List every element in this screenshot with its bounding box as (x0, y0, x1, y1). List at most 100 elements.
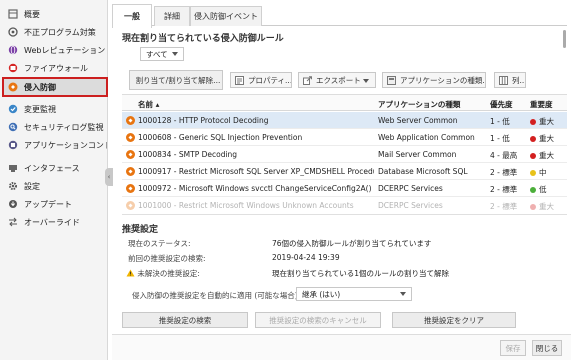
rule-app-type: DCERPC Services (378, 184, 443, 193)
rule-icon (126, 133, 135, 142)
sidebar-item-label: ファイアウォール (24, 63, 88, 73)
tab-general[interactable]: 一般 (112, 4, 152, 28)
sidebar-item-application-control[interactable]: アプリケーションコント (4, 137, 107, 153)
properties-icon (235, 75, 244, 85)
rule-app-type: DCERPC Services (378, 201, 443, 210)
sidebar-item-firewall[interactable]: ファイアウォール (4, 60, 107, 76)
sidebar-item-label: オーバーライド (24, 217, 80, 227)
rule-severity: 重大 (530, 150, 554, 161)
panel-scrollbar[interactable] (563, 30, 566, 48)
severity-dot-icon (530, 204, 536, 210)
integrity-monitoring-icon (8, 104, 18, 114)
severity-dot-icon (530, 187, 536, 193)
export-button[interactable]: エクスポート (298, 72, 376, 88)
rule-name: 1000972 - Microsoft Windows svcctl Chang… (138, 184, 374, 193)
overview-icon (8, 9, 18, 19)
tab-intrusion-prevention-events[interactable]: 侵入防御イベント (190, 6, 262, 26)
tab-details[interactable]: 詳細 (154, 6, 190, 26)
web-reputation-icon (8, 45, 18, 55)
rule-priority: 2 - 標準 (490, 202, 518, 210)
save-button[interactable]: 保存 (500, 340, 526, 356)
sidebar-item-label: Webレピュテーション (24, 45, 106, 55)
severity-dot-icon (530, 119, 536, 125)
chevron-left-icon: ‹ (107, 173, 111, 181)
rule-name: 1000608 - Generic SQL Injection Preventi… (138, 133, 303, 142)
sidebar-item-label: セキュリティログ監視 (24, 122, 104, 132)
auto-apply-label: 侵入防御の推奨設定を自動的に適用 (可能な場合): (132, 291, 301, 300)
columns-icon (499, 75, 508, 85)
assigned-rules-title: 現在割り当てられている侵入防御ルール (122, 34, 284, 44)
scan-recommendations-button[interactable]: 推奨設定の検索 (122, 312, 248, 328)
cancel-scan-button[interactable]: 推奨設定の検索のキャンセル (255, 312, 381, 328)
tab-bar: 一般 詳細 侵入防御イベント (112, 4, 567, 28)
severity-label: 重大 (539, 202, 554, 210)
column-header-name[interactable]: 名前 ▴ (138, 99, 159, 110)
table-row[interactable]: 1001000 - Restrict Microsoft Windows Unk… (122, 197, 567, 210)
table-row[interactable]: 1000128 - HTTP Protocol Decoding Web Ser… (122, 112, 567, 129)
rule-name: 1000128 - HTTP Protocol Decoding (138, 116, 269, 125)
settings-gear-icon (8, 181, 18, 191)
sidebar-item-integrity-monitoring[interactable]: 変更監視 (4, 101, 107, 117)
rule-name: 1000917 - Restrict Microsoft SQL Server … (138, 167, 374, 176)
warning-icon (126, 269, 135, 278)
columns-label: 列... (512, 75, 526, 85)
sidebar-item-updates[interactable]: アップデート (4, 196, 107, 212)
rule-priority: 2 - 標準 (490, 185, 518, 194)
rule-severity: 重大 (530, 133, 554, 144)
sidebar-item-overview[interactable]: 概要 (4, 6, 107, 22)
sidebar-item-log-inspection[interactable]: セキュリティログ監視 (4, 119, 107, 135)
table-row[interactable]: 1000917 - Restrict Microsoft SQL Server … (122, 163, 567, 180)
clear-button-label: 推奨設定をクリア (424, 315, 484, 325)
severity-dot-icon (530, 170, 536, 176)
rule-priority: 2 - 標準 (490, 168, 518, 177)
clear-recommendations-button[interactable]: 推奨設定をクリア (392, 312, 516, 328)
sidebar-item-intrusion-prevention[interactable]: 侵入防御 (2, 77, 108, 97)
sidebar-nav: 概要 不正プログラム対策 Webレピュテーション ファイアウォール 侵入防御 変… (0, 0, 108, 360)
rule-app-type: Web Application Common (378, 133, 475, 142)
auto-apply-value: 継承 (はい) (302, 289, 341, 299)
rule-severity: 低 (530, 184, 547, 195)
rule-severity: 重大 (530, 116, 554, 127)
severity-label: 重大 (539, 117, 554, 126)
properties-button[interactable]: プロパティ... (230, 72, 292, 88)
rule-icon (126, 167, 135, 176)
intrusion-prevention-icon (8, 82, 18, 92)
column-header-label: 名前 (138, 100, 153, 109)
status-value: 76個の侵入防御ルールが割り当てられています (272, 239, 432, 248)
column-header-priority[interactable]: 優先度 (490, 99, 513, 110)
application-control-icon (8, 140, 18, 150)
sidebar-item-settings[interactable]: 設定 (4, 178, 107, 194)
caret-down-icon (172, 52, 178, 56)
application-types-label: アプリケーションの種類... (400, 75, 486, 85)
column-header-app-type[interactable]: アプリケーションの種類 (378, 99, 460, 110)
filter-select[interactable]: すべて (140, 47, 184, 61)
tab-label: 侵入防御イベント (194, 12, 258, 21)
last-scan-label: 前回の推奨設定の検索: (128, 254, 206, 263)
rule-icon (126, 184, 135, 193)
close-button[interactable]: 閉じる (532, 340, 562, 356)
rule-app-type: Database Microsoft SQL (378, 167, 468, 176)
sidebar-item-web-reputation[interactable]: Webレピュテーション (4, 42, 107, 58)
export-label: エクスポート (316, 75, 361, 85)
interfaces-icon (8, 163, 18, 173)
application-types-button[interactable]: アプリケーションの種類... (382, 72, 486, 88)
caret-down-icon (400, 292, 406, 296)
save-label: 保存 (505, 343, 521, 353)
severity-dot-icon (530, 153, 536, 159)
auto-apply-select[interactable]: 継承 (はい) (296, 287, 412, 301)
rule-severity: 中 (530, 167, 547, 178)
table-row[interactable]: 1000972 - Microsoft Windows svcctl Chang… (122, 180, 567, 197)
unresolved-label-row: 未解決の推奨設定: (126, 268, 200, 279)
sidebar-item-overrides[interactable]: オーバーライド (4, 214, 107, 230)
table-row[interactable]: 1000608 - Generic SQL Injection Preventi… (122, 129, 567, 146)
column-header-severity[interactable]: 重要度 (530, 99, 553, 110)
table-header: 名前 ▴ アプリケーションの種類 優先度 重要度 (122, 95, 567, 111)
firewall-icon (8, 63, 18, 73)
sidebar-item-anti-malware[interactable]: 不正プログラム対策 (4, 24, 107, 40)
assign-unassign-button[interactable]: 割り当て/割り当て解除... (129, 70, 223, 90)
close-label: 閉じる (535, 343, 559, 353)
sidebar-item-interfaces[interactable]: インタフェース (4, 160, 107, 176)
table-row[interactable]: 1000834 - SMTP Decoding Mail Server Comm… (122, 146, 567, 163)
log-inspection-icon (8, 122, 18, 132)
columns-button[interactable]: 列... (494, 72, 526, 88)
